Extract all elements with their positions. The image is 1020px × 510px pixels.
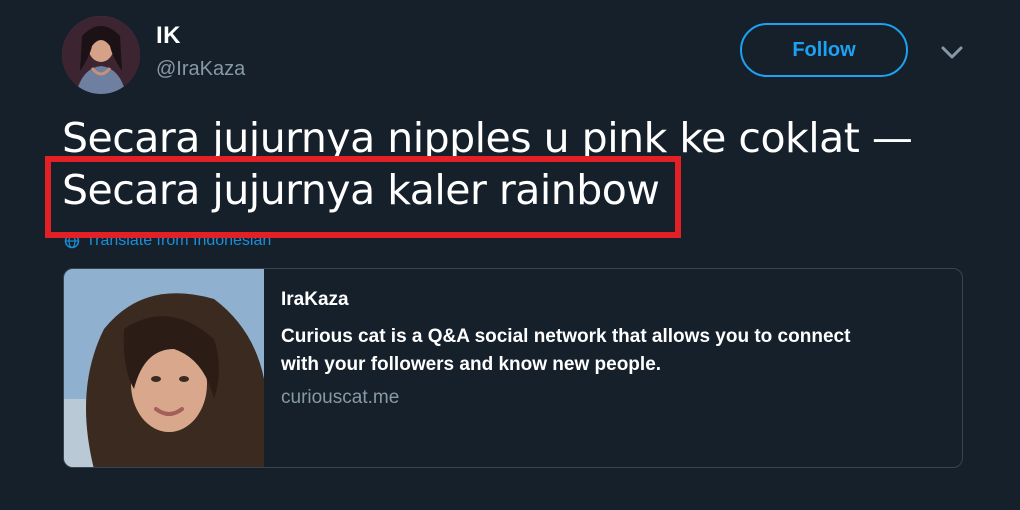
card-image (64, 269, 264, 467)
highlight-box (45, 156, 681, 238)
card-body: IraKaza Curious cat is a Q&A social netw… (281, 289, 941, 409)
tweet: IK @IraKaza Follow Secara jujurnya nippl… (0, 0, 1020, 510)
card-title: IraKaza (281, 289, 349, 310)
avatar[interactable] (62, 16, 140, 94)
display-name[interactable]: IK (156, 22, 181, 50)
card-description: Curious cat is a Q&A social network that… (281, 323, 941, 379)
link-card[interactable]: IraKaza Curious cat is a Q&A social netw… (63, 268, 963, 468)
card-domain: curiouscat.me (281, 387, 400, 408)
card-description-line: Curious cat is a Q&A social network that… (281, 326, 851, 347)
follow-button[interactable]: Follow (740, 23, 908, 77)
user-handle[interactable]: @IraKaza (156, 58, 245, 81)
card-description-line: with your followers and know new people. (281, 354, 662, 375)
chevron-down-icon[interactable] (938, 40, 966, 64)
